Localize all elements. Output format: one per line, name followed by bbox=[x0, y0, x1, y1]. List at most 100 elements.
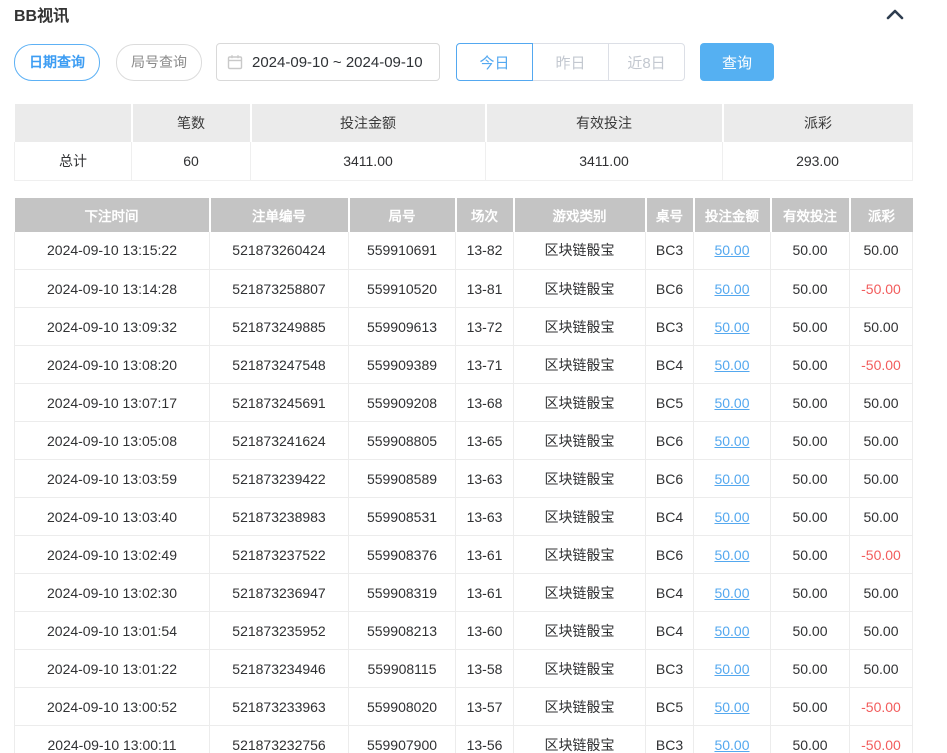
cell-session: 13-63 bbox=[456, 498, 514, 536]
col-header-bet-time: 下注时间 bbox=[15, 198, 210, 232]
cell-bet-amount: 50.00 bbox=[694, 460, 771, 498]
cell-session: 13-57 bbox=[456, 688, 514, 726]
cell-order-id: 521873238983 bbox=[210, 498, 349, 536]
bet-amount-link[interactable]: 50.00 bbox=[714, 357, 749, 373]
query-button[interactable]: 查询 bbox=[700, 43, 774, 81]
table-row: 2024-09-10 13:02:30521873236947559908319… bbox=[15, 574, 913, 612]
cell-session: 13-63 bbox=[456, 460, 514, 498]
cell-payout: 50.00 bbox=[850, 384, 913, 422]
cell-session: 13-82 bbox=[456, 232, 514, 270]
cell-payout: 50.00 bbox=[850, 232, 913, 270]
bet-amount-link[interactable]: 50.00 bbox=[714, 661, 749, 677]
col-header-valid-bet: 有效投注 bbox=[771, 198, 850, 232]
cell-payout: 50.00 bbox=[850, 498, 913, 536]
cell-bet-amount: 50.00 bbox=[694, 688, 771, 726]
bet-amount-link[interactable]: 50.00 bbox=[714, 433, 749, 449]
cell-game-type: 区块链骰宝 bbox=[514, 346, 646, 384]
today-button[interactable]: 今日 bbox=[456, 43, 533, 81]
cell-game-type: 区块链骰宝 bbox=[514, 726, 646, 753]
cell-valid-bet: 50.00 bbox=[771, 308, 850, 346]
cell-session: 13-81 bbox=[456, 270, 514, 308]
summary-header-blank bbox=[15, 104, 132, 142]
summary-header-payout: 派彩 bbox=[723, 104, 913, 142]
cell-order-id: 521873235952 bbox=[210, 612, 349, 650]
cell-table-id: BC5 bbox=[646, 384, 694, 422]
bet-amount-link[interactable]: 50.00 bbox=[714, 281, 749, 297]
cell-bet-time: 2024-09-10 13:09:32 bbox=[15, 308, 210, 346]
table-row: 2024-09-10 13:07:17521873245691559909208… bbox=[15, 384, 913, 422]
cell-round-id: 559909613 bbox=[349, 308, 456, 346]
cell-table-id: BC5 bbox=[646, 688, 694, 726]
bet-amount-link[interactable]: 50.00 bbox=[714, 699, 749, 715]
col-header-round-id: 局号 bbox=[349, 198, 456, 232]
yesterday-button[interactable]: 昨日 bbox=[532, 43, 609, 81]
cell-table-id: BC3 bbox=[646, 650, 694, 688]
cell-valid-bet: 50.00 bbox=[771, 384, 850, 422]
cell-session: 13-56 bbox=[456, 726, 514, 753]
bet-amount-link[interactable]: 50.00 bbox=[714, 509, 749, 525]
cell-payout: 50.00 bbox=[850, 308, 913, 346]
cell-bet-time: 2024-09-10 13:02:30 bbox=[15, 574, 210, 612]
bet-amount-link[interactable]: 50.00 bbox=[714, 737, 749, 753]
cell-order-id: 521873260424 bbox=[210, 232, 349, 270]
cell-valid-bet: 50.00 bbox=[771, 422, 850, 460]
cell-bet-time: 2024-09-10 13:03:40 bbox=[15, 498, 210, 536]
records-body: 2024-09-10 13:15:22521873260424559910691… bbox=[15, 232, 913, 753]
summary-total-valid-bet: 3411.00 bbox=[486, 142, 723, 180]
cell-session: 13-58 bbox=[456, 650, 514, 688]
cell-round-id: 559907900 bbox=[349, 726, 456, 753]
cell-round-id: 559908319 bbox=[349, 574, 456, 612]
cell-bet-amount: 50.00 bbox=[694, 308, 771, 346]
bet-amount-link[interactable]: 50.00 bbox=[714, 585, 749, 601]
cell-order-id: 521873239422 bbox=[210, 460, 349, 498]
summary-table: 笔数 投注金额 有效投注 派彩 总计 60 3411.00 3411.00 29… bbox=[14, 104, 913, 181]
cell-bet-amount: 50.00 bbox=[694, 574, 771, 612]
cell-game-type: 区块链骰宝 bbox=[514, 232, 646, 270]
cell-bet-amount: 50.00 bbox=[694, 270, 771, 308]
cell-order-id: 521873236947 bbox=[210, 574, 349, 612]
cell-table-id: BC6 bbox=[646, 270, 694, 308]
bet-amount-link[interactable]: 50.00 bbox=[714, 623, 749, 639]
cell-order-id: 521873247548 bbox=[210, 346, 349, 384]
records-header-row: 下注时间 注单编号 局号 场次 游戏类别 桌号 投注金额 有效投注 派彩 bbox=[15, 198, 913, 232]
collapse-section-button[interactable] bbox=[884, 6, 906, 22]
cell-session: 13-72 bbox=[456, 308, 514, 346]
cell-game-type: 区块链骰宝 bbox=[514, 270, 646, 308]
bet-amount-link[interactable]: 50.00 bbox=[714, 395, 749, 411]
cell-payout: 50.00 bbox=[850, 574, 913, 612]
cell-session: 13-61 bbox=[456, 536, 514, 574]
table-row: 2024-09-10 13:01:54521873235952559908213… bbox=[15, 612, 913, 650]
calendar-icon bbox=[227, 54, 243, 70]
table-row: 2024-09-10 13:03:59521873239422559908589… bbox=[15, 460, 913, 498]
cell-valid-bet: 50.00 bbox=[771, 346, 850, 384]
bet-amount-link[interactable]: 50.00 bbox=[714, 319, 749, 335]
cell-game-type: 区块链骰宝 bbox=[514, 650, 646, 688]
cell-round-id: 559908020 bbox=[349, 688, 456, 726]
cell-valid-bet: 50.00 bbox=[771, 460, 850, 498]
cell-order-id: 521873245691 bbox=[210, 384, 349, 422]
cell-round-id: 559908115 bbox=[349, 650, 456, 688]
date-range-input[interactable]: 2024-09-10 ~ 2024-09-10 bbox=[216, 43, 440, 81]
cell-bet-time: 2024-09-10 13:00:52 bbox=[15, 688, 210, 726]
chevron-up-icon bbox=[886, 8, 904, 23]
cell-order-id: 521873258807 bbox=[210, 270, 349, 308]
cell-table-id: BC6 bbox=[646, 422, 694, 460]
cell-bet-amount: 50.00 bbox=[694, 384, 771, 422]
bet-amount-link[interactable]: 50.00 bbox=[714, 471, 749, 487]
round-query-tab[interactable]: 局号查询 bbox=[116, 44, 202, 81]
summary-total-bet-amount: 3411.00 bbox=[251, 142, 486, 180]
cell-valid-bet: 50.00 bbox=[771, 536, 850, 574]
cell-bet-amount: 50.00 bbox=[694, 726, 771, 753]
cell-bet-time: 2024-09-10 13:08:20 bbox=[15, 346, 210, 384]
cell-table-id: BC4 bbox=[646, 574, 694, 612]
cell-order-id: 521873232756 bbox=[210, 726, 349, 753]
cell-payout: -50.00 bbox=[850, 346, 913, 384]
bet-amount-link[interactable]: 50.00 bbox=[714, 242, 749, 258]
cell-valid-bet: 50.00 bbox=[771, 612, 850, 650]
cell-valid-bet: 50.00 bbox=[771, 232, 850, 270]
date-query-tab[interactable]: 日期查询 bbox=[14, 44, 100, 81]
cell-payout: 50.00 bbox=[850, 612, 913, 650]
bet-amount-link[interactable]: 50.00 bbox=[714, 547, 749, 563]
last-8-days-button[interactable]: 近8日 bbox=[608, 43, 685, 81]
cell-round-id: 559908531 bbox=[349, 498, 456, 536]
